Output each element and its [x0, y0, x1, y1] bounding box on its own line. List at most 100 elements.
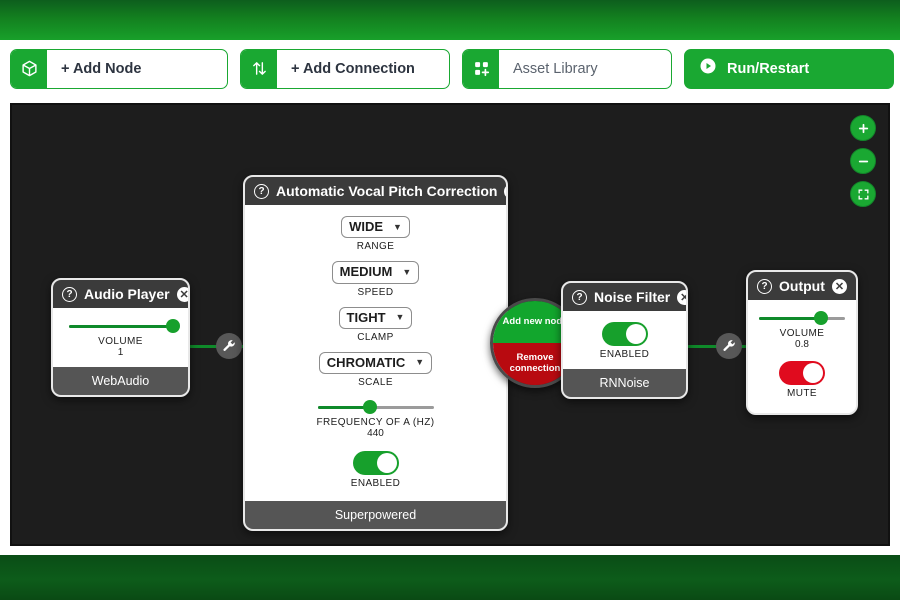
- enabled-label: ENABLED: [599, 349, 650, 360]
- speed-control: MEDIUM ▼ SPEED: [255, 261, 496, 298]
- chevron-down-icon: ▼: [402, 266, 412, 277]
- enabled-label: ENABLED: [350, 478, 401, 489]
- node-header: ? Output ✕: [748, 272, 856, 300]
- slider-fill: [759, 316, 821, 320]
- enabled-toggle[interactable]: [601, 322, 648, 346]
- node-audio-player[interactable]: ? Audio Player ✕ VOLUME 1 WebAudio: [51, 278, 190, 397]
- help-icon[interactable]: ?: [254, 183, 269, 199]
- slider-fill: [68, 324, 173, 328]
- node-pitch-correction[interactable]: ? Automatic Vocal Pitch Correction ✕ WID…: [243, 175, 508, 531]
- close-icon[interactable]: ✕: [504, 183, 506, 199]
- slider-thumb[interactable]: [362, 400, 377, 414]
- node-body: WIDE ▼ RANGE MEDIUM ▼ SPEED TIGHT ▼ CLAM…: [245, 205, 506, 501]
- volume-control: VOLUME 1: [63, 319, 180, 358]
- node-title: Audio Player: [84, 286, 170, 302]
- toggle-knob: [803, 363, 823, 383]
- wrench-icon: [223, 340, 235, 352]
- bottom-banner: [0, 555, 900, 600]
- app-root: + Add Node + Add Connection Asset Librar…: [0, 0, 900, 600]
- run-restart-button[interactable]: Run/Restart: [684, 48, 894, 89]
- arrows-updown-icon: [241, 49, 277, 88]
- frequency-slider[interactable]: [317, 400, 434, 414]
- toggle-knob: [376, 453, 397, 473]
- speed-label: SPEED: [357, 286, 394, 298]
- play-icon: [699, 57, 717, 80]
- volume-slider[interactable]: [68, 319, 180, 333]
- frequency-control: FREQUENCY OF A (HZ) 440: [255, 400, 496, 439]
- add-node-button[interactable]: + Add Node: [10, 48, 228, 89]
- range-value: WIDE: [349, 219, 384, 234]
- range-select[interactable]: WIDE ▼: [341, 216, 410, 239]
- node-header: ? Noise Filter ✕: [563, 283, 686, 311]
- chevron-down-icon: ▼: [393, 221, 402, 232]
- add-node-label: + Add Node: [61, 60, 142, 77]
- frequency-label: FREQUENCY OF A (HZ): [316, 417, 435, 428]
- node-noise-filter[interactable]: ? Noise Filter ✕ ENABLED RNNoise: [561, 281, 688, 399]
- zoom-in-button[interactable]: [850, 115, 876, 141]
- zoom-out-button[interactable]: [850, 148, 876, 174]
- add-connection-button[interactable]: + Add Connection: [240, 48, 450, 89]
- volume-value: 1: [117, 347, 124, 358]
- help-icon[interactable]: ?: [757, 278, 772, 294]
- add-connection-label: + Add Connection: [291, 60, 415, 77]
- slider-thumb[interactable]: [165, 319, 180, 333]
- clamp-select[interactable]: TIGHT ▼: [338, 306, 413, 329]
- clamp-value: TIGHT: [346, 309, 386, 325]
- grid-plus-icon: [463, 49, 499, 88]
- clamp-label: CLAMP: [357, 331, 394, 343]
- close-icon[interactable]: ✕: [677, 289, 686, 305]
- slider-thumb[interactable]: [813, 311, 828, 325]
- node-body: VOLUME 0.8 MUTE: [748, 300, 856, 413]
- node-footer: Superpowered: [245, 501, 506, 529]
- scale-select[interactable]: CHROMATIC ▼: [318, 351, 433, 374]
- close-icon[interactable]: ✕: [176, 286, 188, 302]
- range-label: RANGE: [356, 241, 395, 253]
- cube-icon: [11, 49, 47, 88]
- scale-value: CHROMATIC: [326, 354, 406, 370]
- node-body: VOLUME 1: [53, 308, 188, 367]
- node-title: Output: [779, 278, 825, 294]
- node-footer: RNNoise: [563, 369, 686, 397]
- fit-screen-icon[interactable]: [850, 181, 876, 207]
- help-icon[interactable]: ?: [62, 286, 77, 302]
- chevron-down-icon: ▼: [395, 312, 405, 322]
- mute-control: MUTE: [758, 361, 846, 399]
- close-icon[interactable]: ✕: [832, 278, 847, 294]
- connection-hub-2[interactable]: [716, 333, 742, 359]
- enabled-control: ENABLED: [573, 322, 676, 360]
- enabled-control: ENABLED: [255, 451, 496, 489]
- help-icon[interactable]: ?: [572, 289, 587, 305]
- wrench-icon: [723, 340, 735, 352]
- node-body: ENABLED: [563, 311, 686, 369]
- graph-canvas[interactable]: ? Audio Player ✕ VOLUME 1 WebAudio ? Aut…: [10, 103, 890, 546]
- node-title: Automatic Vocal Pitch Correction: [276, 183, 498, 199]
- volume-label: VOLUME: [98, 336, 143, 347]
- range-control: WIDE ▼ RANGE: [255, 216, 496, 252]
- toolbar: + Add Node + Add Connection Asset Librar…: [0, 40, 900, 97]
- zoom-controls: [850, 115, 876, 207]
- toggle-knob: [625, 324, 646, 344]
- frequency-value: 440: [367, 428, 384, 439]
- volume-value: 0.8: [795, 339, 809, 350]
- volume-label: VOLUME: [779, 328, 825, 339]
- asset-library-button[interactable]: Asset Library: [462, 48, 672, 89]
- speed-select[interactable]: MEDIUM ▼: [331, 261, 420, 284]
- node-title: Noise Filter: [594, 289, 671, 305]
- speed-value: MEDIUM: [339, 264, 393, 280]
- connection-hub-1[interactable]: [216, 333, 242, 359]
- enabled-toggle[interactable]: [352, 451, 399, 475]
- mute-label: MUTE: [787, 388, 817, 399]
- clamp-control: TIGHT ▼ CLAMP: [255, 306, 496, 343]
- node-output[interactable]: ? Output ✕ VOLUME 0.8 MUTE: [746, 270, 858, 415]
- scale-control: CHROMATIC ▼ SCALE: [255, 351, 496, 388]
- node-header: ? Audio Player ✕: [53, 280, 188, 308]
- volume-control: VOLUME 0.8: [758, 311, 846, 350]
- volume-slider[interactable]: [759, 311, 845, 325]
- run-restart-label: Run/Restart: [727, 60, 810, 77]
- mute-toggle[interactable]: [779, 361, 825, 385]
- scale-label: SCALE: [358, 377, 393, 388]
- node-header: ? Automatic Vocal Pitch Correction ✕: [245, 177, 506, 205]
- chevron-down-icon: ▼: [415, 357, 425, 368]
- node-footer: WebAudio: [53, 367, 188, 395]
- top-banner: [0, 0, 900, 40]
